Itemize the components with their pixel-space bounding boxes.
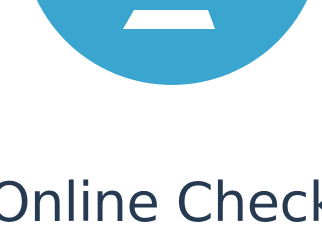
page-title: Online Check- <box>0 171 322 234</box>
page: Online Check- <box>0 0 322 243</box>
icon-glyph-base <box>123 10 215 29</box>
